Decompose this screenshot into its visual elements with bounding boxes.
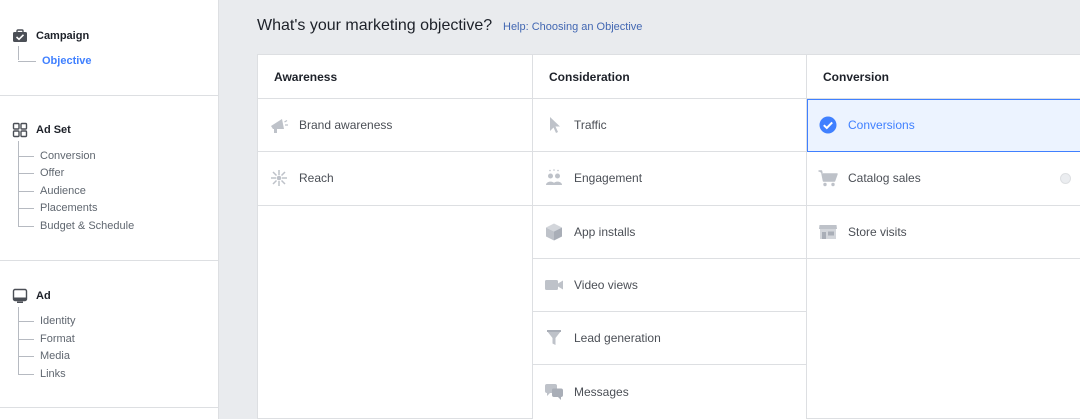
option-traffic[interactable]: Traffic <box>533 99 806 153</box>
option-label: Traffic <box>574 118 607 133</box>
sidebar-item-label: Placements <box>40 202 98 214</box>
option-label: Brand awareness <box>299 118 393 133</box>
column-header-awareness: Awareness <box>258 55 532 99</box>
video-camera-icon <box>545 280 563 291</box>
tree-tick <box>18 320 34 322</box>
sidebar-item-label: Offer <box>40 167 65 179</box>
tree-tick <box>18 207 34 209</box>
tree-tick <box>18 172 34 174</box>
sidebar-item-label: Audience <box>40 185 86 197</box>
option-catalog-sales[interactable]: Catalog sales <box>807 152 1080 206</box>
page-title: What's your marketing objective? <box>257 17 493 34</box>
sidebar-item-budget-schedule[interactable]: Budget & Schedule <box>18 219 134 233</box>
sidebar-item-format[interactable]: Format <box>18 332 75 346</box>
reach-icon <box>271 170 287 187</box>
tree-tick <box>18 155 34 157</box>
cart-icon <box>818 170 838 187</box>
sidebar-item-conversion[interactable]: Conversion <box>18 149 96 163</box>
monitor-icon <box>12 288 28 303</box>
tree-tick <box>18 338 34 340</box>
sidebar-item-label: Format <box>40 333 75 345</box>
sidebar-item-objective-label: Objective <box>42 55 92 67</box>
column-header-conversion: Conversion <box>807 55 1080 99</box>
option-label: Catalog sales <box>848 171 921 186</box>
option-app-installs[interactable]: App installs <box>533 205 806 259</box>
option-messages[interactable]: Messages <box>533 365 806 419</box>
option-reach[interactable]: Reach <box>258 152 532 206</box>
box-icon <box>546 223 562 241</box>
help-link[interactable]: Help: Choosing an Objective <box>503 21 642 33</box>
sidebar-campaign-header[interactable]: Campaign <box>12 28 89 44</box>
sidebar-item-identity[interactable]: Identity <box>18 314 75 328</box>
sidebar-ad-header[interactable]: Ad <box>12 288 51 304</box>
sidebar-adset-label: Ad Set <box>36 124 71 136</box>
column-consideration: Consideration Traffic Engagement App ins… <box>533 55 807 419</box>
sidebar-divider <box>0 95 219 96</box>
cursor-icon <box>550 117 560 134</box>
sidebar-item-offer[interactable]: Offer <box>18 166 64 180</box>
grid-icon <box>12 122 28 138</box>
check-circle-icon <box>819 116 837 134</box>
sidebar-campaign-label: Campaign <box>36 30 90 42</box>
sidebar-divider <box>0 407 219 408</box>
column-awareness: Awareness Brand awareness Reach <box>258 55 533 419</box>
chat-bubbles-icon <box>545 384 563 401</box>
option-lead-generation[interactable]: Lead generation <box>533 312 806 366</box>
sidebar-item-label: Media <box>40 350 70 362</box>
tree-tick <box>18 225 34 227</box>
option-engagement[interactable]: Engagement <box>533 152 806 206</box>
sidebar-ad-label: Ad <box>36 290 51 302</box>
tree-tick <box>18 190 34 192</box>
sidebar-item-objective[interactable]: Objective <box>18 54 92 68</box>
sidebar-item-audience[interactable]: Audience <box>18 184 86 198</box>
tree-tick <box>18 373 34 375</box>
funnel-icon <box>547 330 561 346</box>
sidebar-divider <box>0 260 219 261</box>
option-video-views[interactable]: Video views <box>533 258 806 313</box>
briefcase-icon <box>13 29 27 42</box>
option-conversions[interactable]: Conversions <box>807 99 1080 153</box>
option-label: App installs <box>574 224 636 239</box>
sidebar-item-label: Identity <box>40 315 76 327</box>
sidebar-item-label: Budget & Schedule <box>40 220 135 232</box>
tree-tick <box>18 355 34 357</box>
people-icon <box>546 169 562 186</box>
megaphone-icon <box>271 119 288 134</box>
sidebar: Campaign Objective Ad Set Conversion Off… <box>0 0 219 419</box>
column-header-consideration: Consideration <box>533 55 806 99</box>
sidebar-item-media[interactable]: Media <box>18 349 70 363</box>
tree-tick <box>18 60 36 62</box>
column-conversion: Conversion Conversions Catalog sales Sto… <box>807 55 1080 419</box>
option-label: Reach <box>299 171 334 186</box>
option-label: Store visits <box>848 224 907 239</box>
option-label: Engagement <box>574 171 643 186</box>
sidebar-adset-header[interactable]: Ad Set <box>12 122 71 138</box>
option-store-visits[interactable]: Store visits <box>807 205 1080 259</box>
option-label: Video views <box>574 278 638 293</box>
option-label: Messages <box>574 385 629 400</box>
sidebar-item-label: Conversion <box>40 150 96 162</box>
sidebar-item-links[interactable]: Links <box>18 367 66 381</box>
option-label: Lead generation <box>574 331 661 346</box>
store-icon <box>819 224 837 239</box>
info-icon[interactable] <box>1060 173 1071 185</box>
option-brand-awareness[interactable]: Brand awareness <box>258 99 532 153</box>
sidebar-item-label: Links <box>40 368 66 380</box>
sidebar-item-placements[interactable]: Placements <box>18 201 97 215</box>
objective-grid: Awareness Brand awareness Reach Consider… <box>257 54 1080 419</box>
option-label: Conversions <box>848 118 915 133</box>
